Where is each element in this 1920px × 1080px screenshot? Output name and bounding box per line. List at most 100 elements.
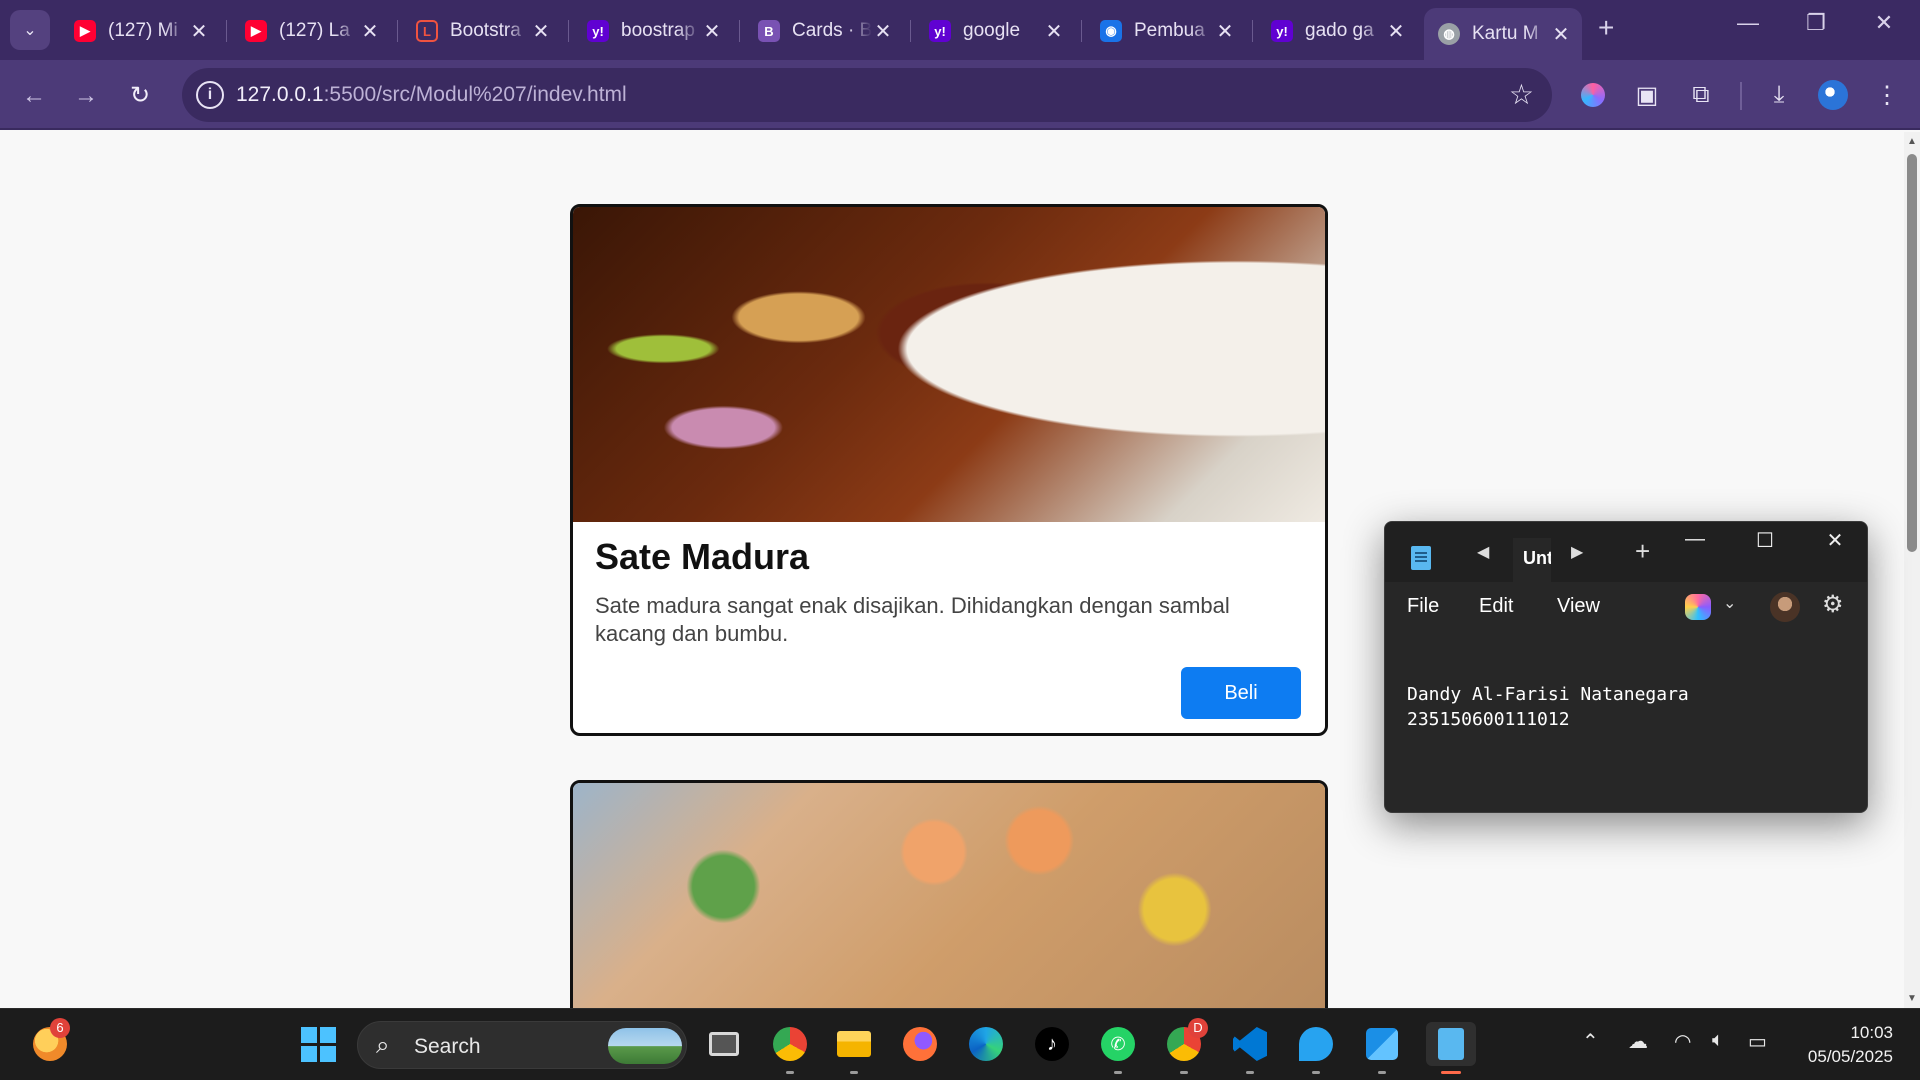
tab-yahoo-gado[interactable]: y! gado ga ✕: [1257, 10, 1417, 52]
youtube-icon: ▶: [74, 20, 96, 42]
system-clock[interactable]: 10:03 05/05/2025: [1793, 1021, 1893, 1069]
copilot-icon[interactable]: [1685, 594, 1711, 620]
volume-icon[interactable]: 🔈︎: [1712, 1029, 1724, 1052]
tab-youtube-2[interactable]: ▶ (127) La ✕: [231, 10, 391, 52]
notepad-text-area[interactable]: Dandy Al-Farisi Natanegara 2351506001110…: [1407, 682, 1689, 732]
restore-button[interactable]: ❐: [1786, 10, 1846, 36]
menu-card: [570, 780, 1328, 1008]
reload-button[interactable]: ↻: [122, 78, 158, 114]
task-view-icon[interactable]: [702, 1022, 746, 1066]
start-windows-icon[interactable]: [296, 1022, 340, 1066]
screen-capture-icon[interactable]: ▣: [1630, 78, 1664, 112]
onedrive-cloud-icon[interactable]: ☁: [1628, 1029, 1648, 1054]
close-icon[interactable]: ✕: [359, 19, 381, 44]
gemini-extension-icon[interactable]: [1576, 78, 1610, 112]
tab-bootstrap-laravel[interactable]: L Bootstra ✕: [402, 10, 562, 52]
close-icon[interactable]: ✕: [1214, 19, 1236, 44]
notepad-close-button[interactable]: ✕: [1805, 528, 1865, 553]
search-icon: ⌕: [376, 1032, 390, 1059]
tab-separator: [568, 20, 569, 42]
menu-file[interactable]: File: [1407, 595, 1439, 618]
close-icon[interactable]: ✕: [701, 19, 723, 44]
close-icon[interactable]: ✕: [1385, 19, 1407, 44]
menu-view[interactable]: View: [1557, 595, 1600, 618]
close-icon[interactable]: ✕: [1043, 19, 1065, 44]
card-title: Sate Madura: [595, 536, 810, 577]
search-highlight-image: [608, 1028, 682, 1064]
back-button[interactable]: ←: [16, 78, 52, 114]
close-icon[interactable]: ✕: [530, 19, 552, 44]
close-window-button[interactable]: ✕: [1854, 10, 1914, 36]
forward-button[interactable]: →: [68, 78, 104, 114]
tab-scroll-right-icon[interactable]: ▶: [1571, 542, 1583, 562]
tab-separator: [1252, 20, 1253, 42]
notepad-taskbar-icon[interactable]: [1426, 1022, 1476, 1074]
menu-edit[interactable]: Edit: [1479, 595, 1513, 618]
menu-card: Sate Madura Sate madura sangat enak disa…: [570, 204, 1328, 736]
yahoo-icon: y!: [929, 20, 951, 42]
file-explorer-icon[interactable]: [832, 1022, 876, 1074]
whatsapp-icon[interactable]: ✆: [1096, 1022, 1140, 1074]
settings-gear-icon[interactable]: ⚙: [1822, 590, 1844, 619]
tab-search-button[interactable]: ⌄: [10, 10, 50, 50]
bookmark-star-icon[interactable]: ☆: [1509, 78, 1534, 111]
profile-avatar[interactable]: [1816, 78, 1850, 112]
chrome-profile-icon[interactable]: D: [1162, 1018, 1208, 1074]
battery-icon[interactable]: ▭: [1748, 1029, 1767, 1054]
close-icon[interactable]: ✕: [872, 19, 894, 44]
download-icon[interactable]: ⤓: [1762, 78, 1796, 112]
tab-bootstrap-cards[interactable]: B Cards · B ✕: [744, 10, 904, 52]
toolbar-divider: [1740, 82, 1742, 110]
url-text[interactable]: 127.0.0.1:5500/src/Modul%207/indev.html: [236, 83, 627, 107]
buy-button[interactable]: Beli: [1181, 667, 1301, 719]
tiktok-icon[interactable]: ♪: [1030, 1022, 1074, 1066]
notepad-tab[interactable]: Untitled: [1513, 538, 1551, 582]
account-avatar[interactable]: [1770, 592, 1800, 622]
chevron-down-icon[interactable]: ⌄: [1723, 593, 1736, 613]
classroom-icon: ◉: [1100, 20, 1122, 42]
globe-icon: ◍: [1438, 23, 1460, 45]
tab-yahoo-google[interactable]: y! google ✕: [915, 10, 1075, 52]
windows-taskbar: 6 ⌕ Search ♪ ✆ D ⌃ ☁ ◠ 🔈︎ ▭ 10:03 05/05/…: [0, 1008, 1920, 1080]
notepad-new-tab-button[interactable]: +: [1635, 536, 1650, 567]
fried-rice-image: [573, 783, 1325, 1008]
taskbar-search-box[interactable]: ⌕ Search: [357, 1021, 687, 1069]
notepad-minimize-button[interactable]: —: [1665, 528, 1725, 551]
yahoo-icon: y!: [587, 20, 609, 42]
photos-icon[interactable]: [1360, 1022, 1404, 1074]
tab-classroom[interactable]: ◉ Pembua ✕: [1086, 10, 1246, 52]
vscode-icon[interactable]: [1228, 1022, 1272, 1074]
widgets-weather-icon[interactable]: 6: [28, 1018, 72, 1066]
firefox-icon[interactable]: [898, 1022, 942, 1066]
edge-icon[interactable]: [964, 1022, 1008, 1066]
app-drop-icon[interactable]: [1294, 1022, 1338, 1074]
scrollbar-thumb[interactable]: [1907, 154, 1917, 552]
tab-yahoo-boostrap[interactable]: y! boostrap ✕: [573, 10, 733, 52]
close-icon[interactable]: ✕: [188, 19, 210, 44]
scroll-up-arrow-icon[interactable]: ▲: [1907, 136, 1917, 147]
show-hidden-icons-chevron-icon[interactable]: ⌃: [1582, 1029, 1599, 1054]
page-scrollbar[interactable]: ▲ ▼: [1904, 132, 1920, 1008]
minimize-button[interactable]: —: [1718, 10, 1778, 36]
notepad-maximize-button[interactable]: ☐: [1735, 528, 1795, 553]
more-menu-icon[interactable]: ⋮: [1870, 78, 1904, 112]
chrome-icon[interactable]: [768, 1022, 812, 1074]
card-description: Sate madura sangat enak disajikan. Dihid…: [595, 593, 1230, 646]
site-info-icon[interactable]: i: [196, 81, 224, 109]
tab-separator: [910, 20, 911, 42]
tab-youtube-1[interactable]: ▶ (127) Mi ✕: [60, 10, 220, 52]
tab-separator: [1081, 20, 1082, 42]
address-bar[interactable]: i 127.0.0.1:5500/src/Modul%207/indev.htm…: [182, 68, 1552, 122]
new-tab-button[interactable]: +: [1598, 12, 1614, 44]
notepad-titlebar[interactable]: ◀ Untitled ▶ + — ☐ ✕: [1385, 522, 1867, 582]
chevron-down-icon: ⌄: [23, 22, 37, 39]
satay-image: [573, 207, 1325, 522]
wifi-icon[interactable]: ◠: [1674, 1029, 1691, 1054]
tab-scroll-left-icon[interactable]: ◀: [1477, 542, 1489, 562]
notepad-window[interactable]: ◀ Untitled ▶ + — ☐ ✕ File Edit View ⌄ ⚙ …: [1384, 521, 1868, 813]
tab-kartu-menu-active[interactable]: ◍ Kartu M ✕: [1424, 8, 1582, 60]
tab-separator: [397, 20, 398, 42]
extensions-puzzle-icon[interactable]: ⧉: [1684, 78, 1718, 112]
scroll-down-arrow-icon[interactable]: ▼: [1907, 993, 1917, 1004]
close-icon[interactable]: ✕: [1550, 22, 1572, 47]
